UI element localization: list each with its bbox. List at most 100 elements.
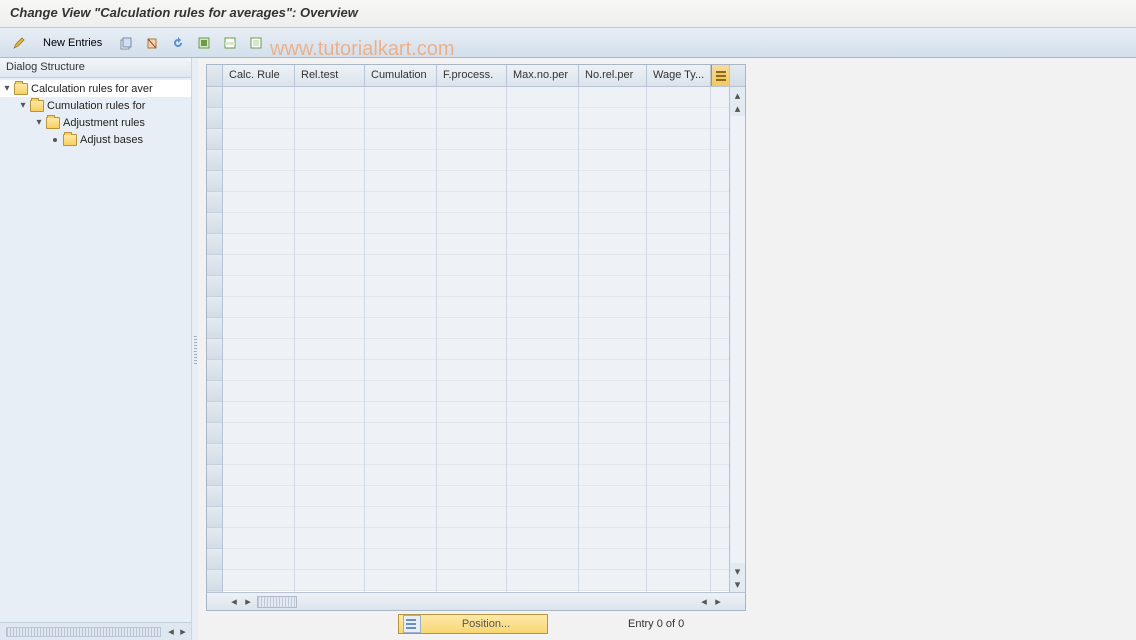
grid-cell[interactable] (507, 507, 578, 528)
scroll-up-icon[interactable]: ▴ (731, 88, 745, 102)
grid-cell[interactable] (507, 549, 578, 570)
grid-cell[interactable] (437, 465, 506, 486)
row-selector-cell[interactable] (207, 507, 222, 528)
grid-cell[interactable] (295, 318, 364, 339)
grid-cell[interactable] (365, 402, 436, 423)
grid-cell[interactable] (365, 570, 436, 591)
grid-cell[interactable] (437, 528, 506, 549)
row-selector-cell[interactable] (207, 192, 222, 213)
expand-toggle-icon[interactable]: ▾ (34, 117, 44, 128)
position-button[interactable]: Position... (398, 614, 548, 634)
grid-cell[interactable] (579, 465, 646, 486)
row-selector-cell[interactable] (207, 423, 222, 444)
scroll-right-icon[interactable]: ▸ (241, 595, 255, 609)
grid-cell[interactable] (647, 507, 710, 528)
grid-cell[interactable] (647, 129, 710, 150)
grid-cell[interactable] (507, 129, 578, 150)
new-entries-button[interactable]: New Entries (34, 32, 111, 54)
grid-cell[interactable] (507, 465, 578, 486)
grid-cell[interactable] (437, 255, 506, 276)
grid-cell[interactable] (507, 213, 578, 234)
grid-cell[interactable] (579, 318, 646, 339)
vscroll-track[interactable] (731, 116, 745, 563)
grid-cell[interactable] (223, 507, 294, 528)
grid-cell[interactable] (579, 108, 646, 129)
sidebar-scroll-thumb[interactable] (6, 627, 161, 637)
grid-cell[interactable] (295, 192, 364, 213)
tree-node-adjust-bases[interactable]: Adjust bases (0, 131, 191, 148)
grid-cell[interactable] (507, 276, 578, 297)
grid-cell[interactable] (365, 381, 436, 402)
grid-cell[interactable] (437, 234, 506, 255)
grid-cell[interactable] (295, 465, 364, 486)
column-header-cumulation[interactable]: Cumulation (365, 65, 437, 86)
grid-cell[interactable] (579, 486, 646, 507)
row-selector-cell[interactable] (207, 570, 222, 591)
grid-cell[interactable] (223, 192, 294, 213)
grid-cell[interactable] (579, 171, 646, 192)
grid-cell[interactable] (507, 528, 578, 549)
grid-cell[interactable] (295, 213, 364, 234)
grid-cell[interactable] (647, 297, 710, 318)
hscroll-thumb[interactable] (257, 596, 297, 608)
grid-cell[interactable] (295, 129, 364, 150)
grid-cell[interactable] (647, 444, 710, 465)
scroll-up-icon[interactable]: ▴ (731, 101, 745, 115)
grid-cell[interactable] (437, 486, 506, 507)
grid-cell[interactable] (365, 129, 436, 150)
scroll-left-icon[interactable]: ◂ (697, 595, 711, 609)
vertical-scrollbar[interactable]: ▴ ▴ ▾ ▾ (729, 87, 745, 592)
grid-cell[interactable] (579, 87, 646, 108)
grid-cell[interactable] (223, 150, 294, 171)
grid-cell[interactable] (579, 549, 646, 570)
row-selector-cell[interactable] (207, 549, 222, 570)
grid-cell[interactable] (579, 150, 646, 171)
grid-cell[interactable] (507, 234, 578, 255)
grid-cell[interactable] (223, 339, 294, 360)
grid-cell[interactable] (365, 171, 436, 192)
grid-cell[interactable] (223, 486, 294, 507)
grid-cell[interactable] (223, 108, 294, 129)
select-all-icon[interactable] (193, 32, 215, 54)
row-selector-cell[interactable] (207, 528, 222, 549)
grid-cell[interactable] (223, 129, 294, 150)
column-header-rel-test[interactable]: Rel.test (295, 65, 365, 86)
grid-cell[interactable] (647, 339, 710, 360)
row-selector-cell[interactable] (207, 360, 222, 381)
grid-cell[interactable] (647, 150, 710, 171)
expand-toggle-icon[interactable]: ▾ (18, 100, 28, 111)
row-selector-cell[interactable] (207, 234, 222, 255)
grid-cell[interactable] (295, 549, 364, 570)
undo-icon[interactable] (167, 32, 189, 54)
grid-cell[interactable] (365, 255, 436, 276)
row-selector-cell[interactable] (207, 255, 222, 276)
grid-cell[interactable] (507, 381, 578, 402)
grid-cell[interactable] (295, 507, 364, 528)
grid-cell[interactable] (647, 360, 710, 381)
column-header-no-rel-per[interactable]: No.rel.per (579, 65, 647, 86)
grid-cell[interactable] (295, 423, 364, 444)
row-selector-cell[interactable] (207, 276, 222, 297)
grid-cell[interactable] (437, 129, 506, 150)
grid-cell[interactable] (647, 192, 710, 213)
grid-cell[interactable] (437, 444, 506, 465)
grid-cell[interactable] (647, 381, 710, 402)
grid-cell[interactable] (365, 507, 436, 528)
grid-cell[interactable] (579, 129, 646, 150)
grid-cell[interactable] (507, 108, 578, 129)
grid-cell[interactable] (647, 465, 710, 486)
grid-cell[interactable] (437, 402, 506, 423)
grid-cell[interactable] (647, 570, 710, 591)
column-header-f-process[interactable]: F.process. (437, 65, 507, 86)
grid-cell[interactable] (223, 360, 294, 381)
grid-cell[interactable] (579, 381, 646, 402)
grid-cell[interactable] (437, 318, 506, 339)
grid-cell[interactable] (223, 570, 294, 591)
grid-cell[interactable] (295, 297, 364, 318)
grid-cell[interactable] (295, 360, 364, 381)
grid-cell[interactable] (579, 570, 646, 591)
grid-cell[interactable] (437, 360, 506, 381)
row-selector-cell[interactable] (207, 486, 222, 507)
grid-cell[interactable] (223, 297, 294, 318)
grid-cell[interactable] (437, 213, 506, 234)
